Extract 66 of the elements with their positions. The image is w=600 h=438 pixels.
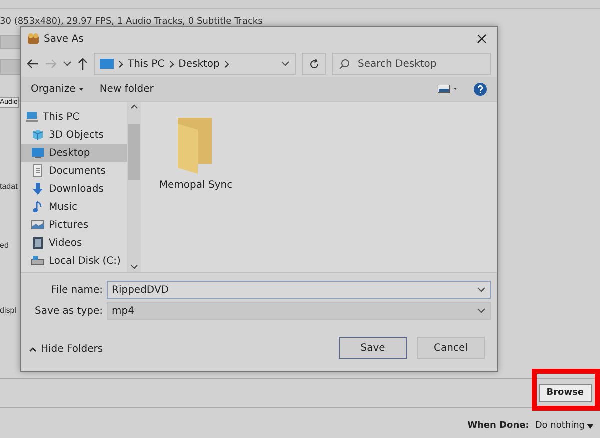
pc-icon: [25, 110, 39, 124]
when-done-label: When Done:: [468, 421, 530, 431]
folder-item[interactable]: Memopal Sync: [151, 116, 241, 191]
caret-icon: [63, 61, 72, 67]
nav-item[interactable]: Documents: [21, 162, 127, 180]
nav-item[interactable]: This PC: [21, 108, 127, 126]
pictures-icon: [31, 218, 45, 232]
documents-icon: [31, 164, 45, 178]
objects-icon: [31, 128, 45, 142]
chevron-right-icon: [119, 60, 123, 68]
recent-locations-button[interactable]: [63, 61, 72, 67]
dropdown-icon: [477, 287, 486, 293]
scroll-up-icon[interactable]: [130, 104, 138, 109]
window-title: Save As: [44, 34, 85, 44]
when-done-dropdown[interactable]: Do nothing: [535, 421, 594, 431]
save-type-dropdown[interactable]: mp4: [107, 302, 491, 320]
scrollbar[interactable]: [127, 102, 141, 272]
dialog-button[interactable]: Save: [339, 337, 407, 359]
panel-block: [0, 59, 22, 75]
nav-item[interactable]: Music: [21, 198, 127, 216]
chevron-right-icon: [170, 60, 174, 68]
save-type-label: Save as type:: [34, 306, 104, 316]
new-folder-button[interactable]: New folder: [100, 84, 154, 94]
caret-icon: [587, 424, 594, 428]
dialog-button[interactable]: Cancel: [417, 337, 485, 359]
file-name-field[interactable]: RippedDVD: [107, 281, 491, 299]
view-options-button[interactable]: [438, 85, 458, 93]
nav-item[interactable]: Local Disk (C:): [21, 252, 127, 270]
up-button[interactable]: [78, 58, 88, 70]
breadcrumb[interactable]: This PC: [128, 58, 165, 70]
dropdown-icon: [477, 308, 486, 314]
videos-icon: [31, 236, 45, 250]
setting-label: ed: [0, 241, 9, 250]
back-button[interactable]: [27, 59, 39, 69]
organize-menu[interactable]: Organize: [31, 84, 84, 94]
search-input[interactable]: Search Desktop: [356, 58, 470, 70]
setting-label: tadat: [0, 182, 18, 191]
search-icon: [339, 58, 350, 70]
close-icon: [477, 34, 487, 44]
refresh-button[interactable]: [302, 53, 326, 75]
breadcrumb[interactable]: Desktop: [178, 58, 220, 70]
video-info-text: 30 (853x480), 29.97 FPS, 1 Audio Tracks, 0 Subtitle Tracks: [0, 16, 264, 29]
setting-label: displ: [0, 306, 16, 315]
chevron-up-icon: [29, 347, 37, 352]
app-icon: [27, 33, 40, 45]
disk-icon: [31, 254, 45, 268]
panel-block: [0, 35, 22, 49]
monitor-icon: [100, 59, 114, 69]
scroll-down-icon[interactable]: [130, 265, 138, 270]
hide-folders-button[interactable]: Hide Folders: [29, 344, 104, 355]
address-bar[interactable]: This PC Desktop: [94, 53, 296, 75]
nav-item[interactable]: 3D Objects: [21, 126, 127, 144]
downloads-icon: [31, 182, 45, 196]
dropdown-icon: [281, 61, 290, 67]
help-icon[interactable]: [474, 82, 487, 96]
chevron-right-icon: [224, 60, 229, 68]
refresh-icon: [308, 58, 320, 70]
nav-item[interactable]: Videos: [21, 234, 127, 252]
caret-icon: [78, 88, 84, 90]
browse-button[interactable]: Browse: [538, 384, 592, 402]
desktop-icon: [31, 146, 45, 160]
nav-item[interactable]: Pictures: [21, 216, 127, 234]
nav-item[interactable]: Downloads: [21, 180, 127, 198]
file-name-label: File name:: [50, 284, 104, 296]
nav-item[interactable]: Desktop: [21, 144, 127, 162]
search-field[interactable]: Search Desktop: [332, 53, 491, 75]
